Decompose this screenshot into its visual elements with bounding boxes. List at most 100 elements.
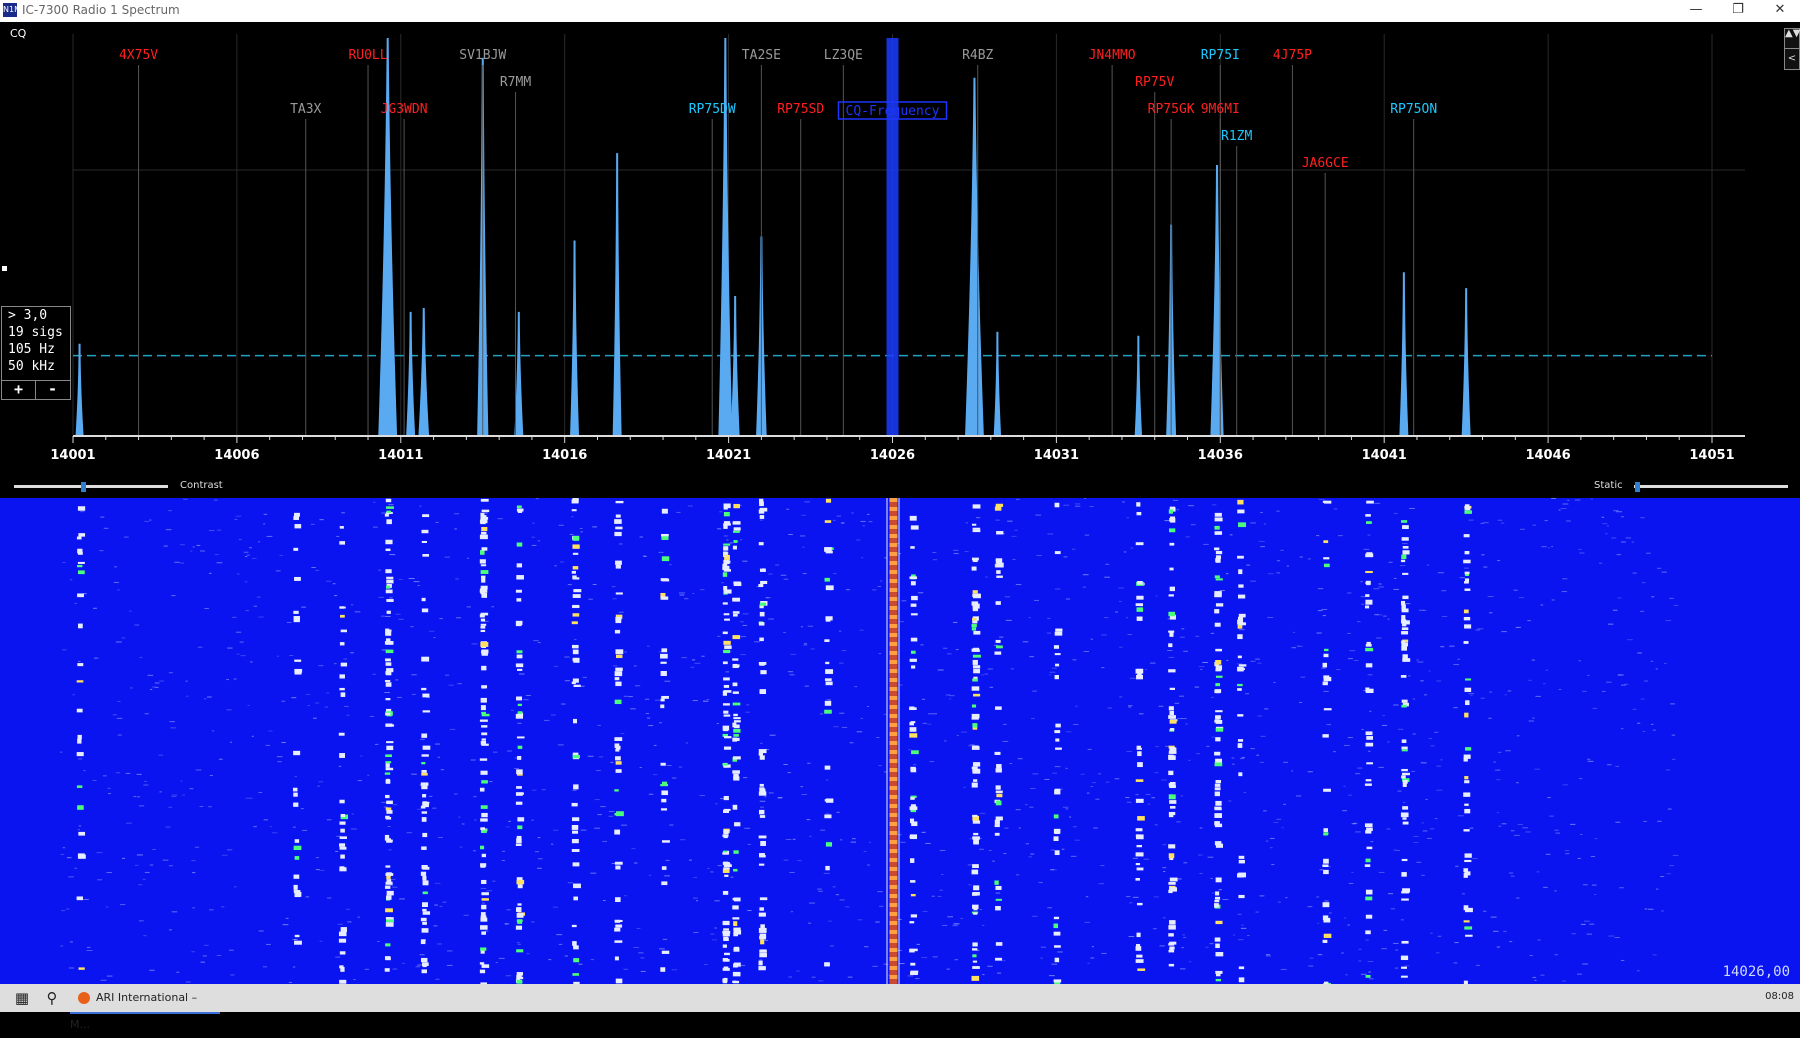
- waterfall-trace: [518, 746, 523, 749]
- waterfall-trace: [1214, 903, 1219, 908]
- spot-label[interactable]: TA2SE: [742, 48, 781, 63]
- waterfall-noise: [1179, 696, 1184, 697]
- waterfall-trace: [723, 968, 730, 971]
- waterfall-noise: [1462, 893, 1465, 894]
- waterfall-trace: [481, 666, 486, 671]
- spot-label[interactable]: JN4MMO: [1089, 48, 1136, 63]
- waterfall-noise: [1127, 802, 1131, 803]
- waterfall-noise: [1535, 769, 1540, 770]
- spot-label[interactable]: R1ZM: [1221, 129, 1252, 144]
- waterfall-trace: [760, 784, 764, 787]
- waterfall-trace: [1168, 933, 1174, 936]
- spot-label[interactable]: RP75V: [1135, 75, 1174, 90]
- waterfall-noise: [1621, 960, 1624, 961]
- waterfall-noise: [287, 622, 292, 623]
- waterfall-noise: [169, 721, 174, 722]
- static-slider-handle[interactable]: [1635, 482, 1640, 492]
- waterfall-trace: [1215, 669, 1221, 671]
- collapse-left-icon[interactable]: <: [1784, 48, 1800, 70]
- spot-label[interactable]: RP75ON: [1390, 102, 1437, 117]
- waterfall-trace: [422, 865, 428, 869]
- spot-label[interactable]: LZ3QE: [824, 48, 863, 63]
- spot-label[interactable]: R7MM: [500, 75, 531, 90]
- spot-label[interactable]: TA3X: [290, 102, 321, 117]
- restore-icon[interactable]: ❐: [1718, 0, 1758, 22]
- spectrum-panel[interactable]: 4X75V RU0LL SV1BJW TA2SE LZ3QE R4BZ JN4MMO RP75…: [0, 22, 1800, 492]
- waterfall-trace: [77, 593, 84, 597]
- waterfall-trace: [78, 570, 85, 574]
- waterfall-trace: [1365, 514, 1371, 517]
- waterfall-trace: [386, 810, 392, 814]
- spot-label[interactable]: RP75DW: [689, 102, 736, 117]
- waterfall-noise: [60, 752, 62, 753]
- waterfall-noise: [1434, 732, 1438, 733]
- contrast-slider[interactable]: [14, 485, 168, 488]
- waterfall-noise: [1039, 882, 1043, 883]
- waterfall-display[interactable]: 14026,00: [0, 498, 1800, 984]
- waterfall-noise: [502, 860, 505, 861]
- contrast-slider-handle[interactable]: [81, 482, 86, 492]
- waterfall-noise: [1276, 511, 1279, 512]
- waterfall-trace: [660, 654, 668, 659]
- spot-label[interactable]: R4BZ: [962, 48, 993, 63]
- spot-label[interactable]: RU0LL: [348, 48, 387, 63]
- waterfall-noise: [664, 875, 670, 876]
- waterfall-noise: [139, 805, 144, 806]
- waterfall-trace: [517, 913, 524, 918]
- waterfall-noise: [1518, 824, 1523, 825]
- waterfall-trace: [516, 977, 523, 979]
- spot-label[interactable]: JG3WDN: [381, 102, 428, 117]
- waterfall-noise: [1562, 784, 1568, 785]
- waterfall-trace: [973, 885, 979, 890]
- spot-label[interactable]: RP75SD: [777, 102, 824, 117]
- waterfall-noise: [388, 504, 393, 505]
- waterfall-noise: [1505, 694, 1507, 695]
- waterfall-trace: [1214, 609, 1219, 613]
- search-icon[interactable]: ⚲: [30, 984, 74, 1012]
- close-icon[interactable]: ✕: [1760, 0, 1800, 22]
- waterfall-trace: [733, 928, 740, 931]
- signal-peak: [1399, 272, 1408, 435]
- waterfall-trace: [973, 660, 978, 665]
- waterfall-noise: [254, 606, 257, 607]
- waterfall-trace: [387, 611, 391, 614]
- zoom-in-button[interactable]: +: [2, 381, 35, 399]
- spot-label[interactable]: RP75GK: [1148, 102, 1195, 117]
- waterfall-noise: [137, 796, 139, 797]
- waterfall-noise: [1246, 565, 1250, 566]
- waterfall-trace: [825, 669, 833, 674]
- spot-label[interactable]: JA6GCE: [1302, 156, 1349, 171]
- waterfall-noise: [760, 743, 762, 744]
- spot-label[interactable]: 9M6MI: [1201, 102, 1240, 117]
- waterfall-noise: [876, 737, 879, 738]
- waterfall-noise: [474, 819, 476, 820]
- waterfall-canvas[interactable]: [0, 498, 1800, 984]
- waterfall-noise: [682, 657, 687, 658]
- waterfall-noise: [764, 940, 768, 941]
- waterfall-noise: [1469, 520, 1474, 521]
- minimize-icon[interactable]: —: [1676, 0, 1716, 22]
- waterfall-trace: [615, 668, 622, 671]
- taskbar-item-firefox[interactable]: ARI International – M...: [70, 984, 220, 1014]
- waterfall-noise: [1090, 957, 1094, 958]
- spot-label[interactable]: 4J75P: [1273, 48, 1312, 63]
- waterfall-noise: [1545, 520, 1548, 521]
- spot-label[interactable]: SV1BJW: [459, 48, 506, 63]
- zoom-out-button[interactable]: -: [35, 381, 69, 399]
- waterfall-noise: [1395, 950, 1398, 951]
- spectrum-display[interactable]: 4X75V RU0LL SV1BJW TA2SE LZ3QE R4BZ JN4MMO RP75…: [0, 22, 1800, 476]
- waterfall-noise: [227, 648, 232, 649]
- waterfall-noise: [1398, 791, 1402, 792]
- waterfall-center-dash: [890, 831, 898, 835]
- static-slider[interactable]: [1634, 485, 1788, 488]
- waterfall-noise: [820, 830, 825, 831]
- waterfall-noise: [1520, 529, 1525, 530]
- spot-label[interactable]: 4X75V: [119, 48, 158, 63]
- waterfall-trace: [572, 605, 579, 608]
- spot-label[interactable]: RP75I: [1201, 48, 1240, 63]
- waterfall-noise: [1430, 745, 1434, 746]
- waterfall-noise: [630, 708, 635, 709]
- waterfall-noise: [1378, 767, 1384, 768]
- waterfall-noise: [1233, 935, 1235, 936]
- waterfall-trace: [572, 817, 579, 821]
